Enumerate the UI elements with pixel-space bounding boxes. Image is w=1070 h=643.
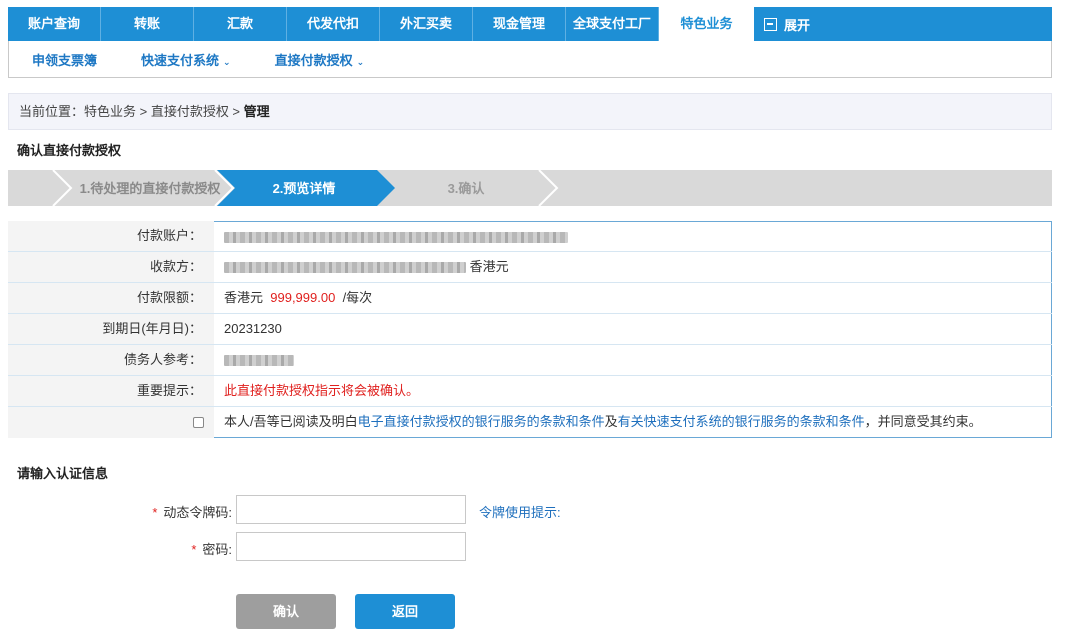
agree-checkbox[interactable] [193,417,204,429]
subnav-cheque-book[interactable]: 申领支票簿 [32,50,97,69]
notice-label: 重要提示： [8,376,214,406]
password-label: * 密码: [120,539,232,558]
debtor-ref-label: 债务人参考： [8,345,214,375]
back-button[interactable]: 返回 [355,594,455,629]
terms-link-fps[interactable]: 有关快速支付系统的银行服务的条款和条件 [618,414,865,429]
row-notice: 重要提示： 此直接付款授权指示将会被确认。 [8,376,1052,407]
breadcrumb: 当前位置：特色业务 > 直接付款授权 > 管理 [8,93,1052,130]
step-3-label: 3.确认 [448,181,486,196]
token-input[interactable] [236,495,466,524]
main-nav: 账户查询 转账 汇款 代发代扣 外汇买卖 现金管理 全球支付工厂 特色业务 展开 [8,7,1052,41]
required-mark: * [152,505,158,520]
step-1-label: 1.待处理的直接付款授权 [80,181,222,196]
agree-mid: 及 [604,414,618,429]
limit-currency: 香港元 [224,290,264,305]
tab-cash-management[interactable]: 现金管理 [473,7,566,41]
redacted-reference [224,355,294,367]
steps-svg: 1.待处理的直接付款授权 2.预览详情 3.确认 [8,170,1052,206]
limit-label: 付款限额： [8,283,214,313]
row-debtor-ref: 债务人参考： [8,345,1052,376]
breadcrumb-path: 当前位置：特色业务 > 直接付款授权 > [19,104,244,119]
tab-payroll[interactable]: 代发代扣 [287,7,380,41]
limit-amount: 999,999.00 [270,290,336,305]
breadcrumb-current: 管理 [243,104,270,119]
expiry-value: 20231230 [214,314,1052,344]
auth-title: 请输入认证信息 [17,466,109,481]
agree-suffix: ，并同意受其约束。 [864,414,982,429]
step-2-label: 2.预览详情 [273,181,336,196]
password-label-text: 密码: [202,542,232,557]
terms-link-edda[interactable]: 电子直接付款授权的银行服务的条款和条件 [358,414,605,429]
limit-unit: /每次 [342,290,373,305]
payee-label: 收款方： [8,252,214,282]
tab-account-inquiry[interactable]: 账户查询 [8,7,101,41]
password-input[interactable] [236,532,466,561]
expand-label: 展开 [784,17,811,33]
limit-value: 香港元 999,999.00 /每次 [214,283,1052,313]
tab-fx[interactable]: 外汇买卖 [380,7,473,41]
subnav-fps-label: 快速支付系统 [141,52,220,68]
payer-account-label: 付款账户： [8,221,214,251]
token-label-text: 动态令牌码: [163,505,232,520]
subnav-fps[interactable]: 快速支付系统 ⌄ [141,50,231,69]
tab-global-payment[interactable]: 全球支付工厂 [566,7,659,41]
token-label: * 动态令牌码: [120,502,232,521]
redacted-account [224,232,568,244]
details-table: 付款账户： 收款方： 香港元 付款限额： 香港元 999,999.00 /每次 … [8,221,1052,438]
required-mark: * [191,542,197,557]
tab-special-services[interactable]: 特色业务 [659,7,754,41]
confirm-button[interactable]: 确认 [236,594,336,629]
collapse-box-icon [764,17,777,31]
agreement-text: 本人/吾等已阅读及明白电子直接付款授权的银行服务的条款和条件及有关快速支付系统的… [214,407,1052,438]
agreement-checkbox-cell [8,407,214,438]
expiry-label: 到期日(年月日)： [8,314,214,344]
tab-transfer[interactable]: 转账 [101,7,194,41]
progress-steps: 1.待处理的直接付款授权 2.预览详情 3.确认 [8,170,1052,206]
row-limit: 付款限额： 香港元 999,999.00 /每次 [8,283,1052,314]
redacted-payee [224,262,466,274]
subnav-edda[interactable]: 直接付款授权 ⌄ [275,50,365,69]
chevron-down-icon: ⌄ [356,56,365,67]
payee-value: 香港元 [214,252,1052,282]
subnav-edda-label: 直接付款授权 [274,52,353,68]
row-expiry: 到期日(年月日)： 20231230 [8,314,1052,345]
row-payer-account: 付款账户： [8,221,1052,252]
row-payee: 收款方： 香港元 [8,252,1052,283]
sub-nav: 申领支票簿 快速支付系统 ⌄ 直接付款授权 ⌄ [8,41,1052,78]
expand-button[interactable]: 展开 [754,7,810,41]
tab-remittance[interactable]: 汇款 [194,7,287,41]
debtor-ref-value [214,345,1052,375]
notice-text: 此直接付款授权指示将会被确认。 [214,376,1052,406]
row-agreement: 本人/吾等已阅读及明白电子直接付款授权的银行服务的条款和条件及有关快速支付系统的… [8,407,1052,438]
chevron-down-icon: ⌄ [223,56,231,67]
agree-prefix: 本人/吾等已阅读及明白 [224,414,358,429]
payer-account-value [214,221,1052,251]
page-title: 确认直接付款授权 [17,143,122,158]
payee-currency: 香港元 [469,259,509,274]
token-hint-link[interactable]: 令牌使用提示: [479,502,561,521]
